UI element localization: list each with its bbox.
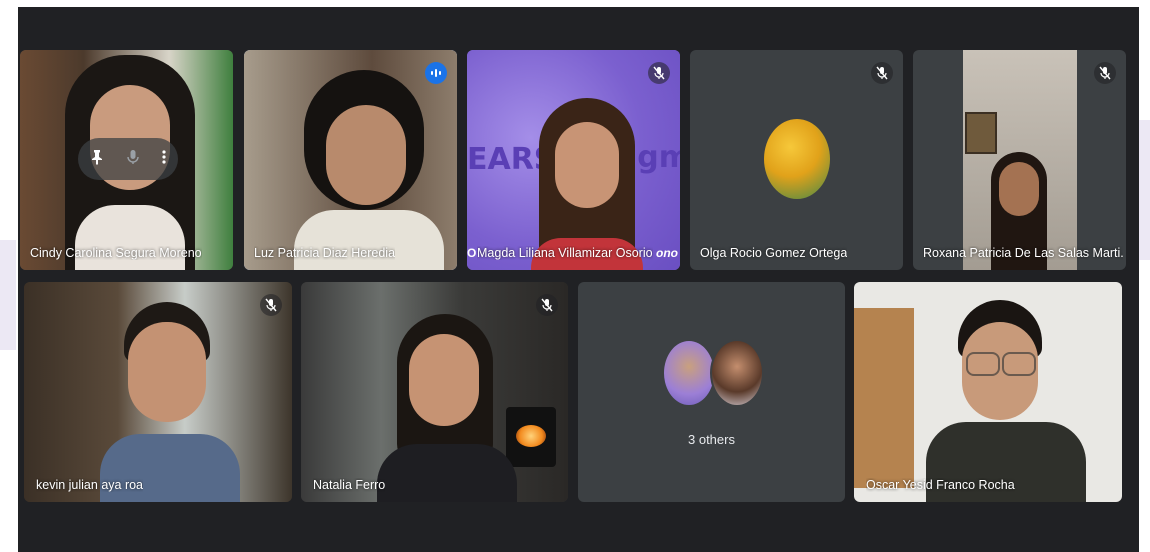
mic-off-icon (871, 62, 893, 84)
participant-name: Roxana Patricia De Las Salas Marti... (923, 246, 1123, 260)
participant-name: Oscar Yesid Franco Rocha (866, 478, 1015, 492)
tile-hover-controls (78, 138, 178, 180)
participant-video (100, 302, 240, 502)
background-text: O (467, 246, 477, 260)
background-decoration-left (0, 240, 16, 350)
others-count-label: 3 others (688, 432, 735, 447)
participant-video (377, 314, 517, 502)
fireplace (506, 407, 556, 467)
participant-name: Natalia Ferro (313, 478, 386, 492)
participant-video (531, 98, 643, 270)
participant-name: Magda Liliana Villamizar Osorio (477, 246, 653, 260)
mic-off-icon (1094, 62, 1116, 84)
avatar (710, 339, 764, 407)
participant-video (294, 70, 444, 270)
participant-tile-oscar[interactable]: Oscar Yesid Franco Rocha (854, 282, 1122, 502)
meeting-grid: Cindy Carolina Segura Moreno Luz Patrici… (18, 7, 1139, 552)
avatar (764, 119, 830, 199)
background-decoration-right (1139, 120, 1150, 260)
participant-name: Luz Patricia Diaz Heredia (254, 246, 396, 260)
avatar (662, 339, 716, 407)
mic-off-icon (536, 294, 558, 316)
participant-tile-kevin[interactable]: kevin julian aya roa (24, 282, 292, 502)
audio-levels-icon (425, 62, 447, 84)
door (854, 308, 914, 488)
participant-tile-cindy[interactable]: Cindy Carolina Segura Moreno (20, 50, 233, 270)
participant-tile-olga[interactable]: Olga Rocio Gomez Ortega (690, 50, 903, 270)
mic-off-icon (260, 294, 282, 316)
participant-tile-roxana[interactable]: Roxana Patricia De Las Salas Marti... (913, 50, 1126, 270)
participant-tile-luz[interactable]: Luz Patricia Diaz Heredia (244, 50, 457, 270)
others-tile[interactable]: 3 others (578, 282, 845, 502)
mic-off-icon (648, 62, 670, 84)
background-text: ono (656, 246, 678, 260)
participant-tile-natalia[interactable]: Natalia Ferro (301, 282, 568, 502)
participant-tile-magda[interactable]: EARS igm O ono Magda Liliana Villamizar … (467, 50, 680, 270)
participant-name: Olga Rocio Gomez Ortega (700, 246, 848, 260)
microphone-icon[interactable] (127, 149, 139, 170)
more-vertical-icon[interactable] (162, 149, 166, 170)
participant-name: kevin julian aya roa (36, 478, 144, 492)
participant-name: Cindy Carolina Segura Moreno (30, 246, 202, 260)
participant-video (926, 300, 1086, 502)
pin-icon[interactable] (90, 149, 104, 170)
participant-video (963, 50, 1077, 270)
